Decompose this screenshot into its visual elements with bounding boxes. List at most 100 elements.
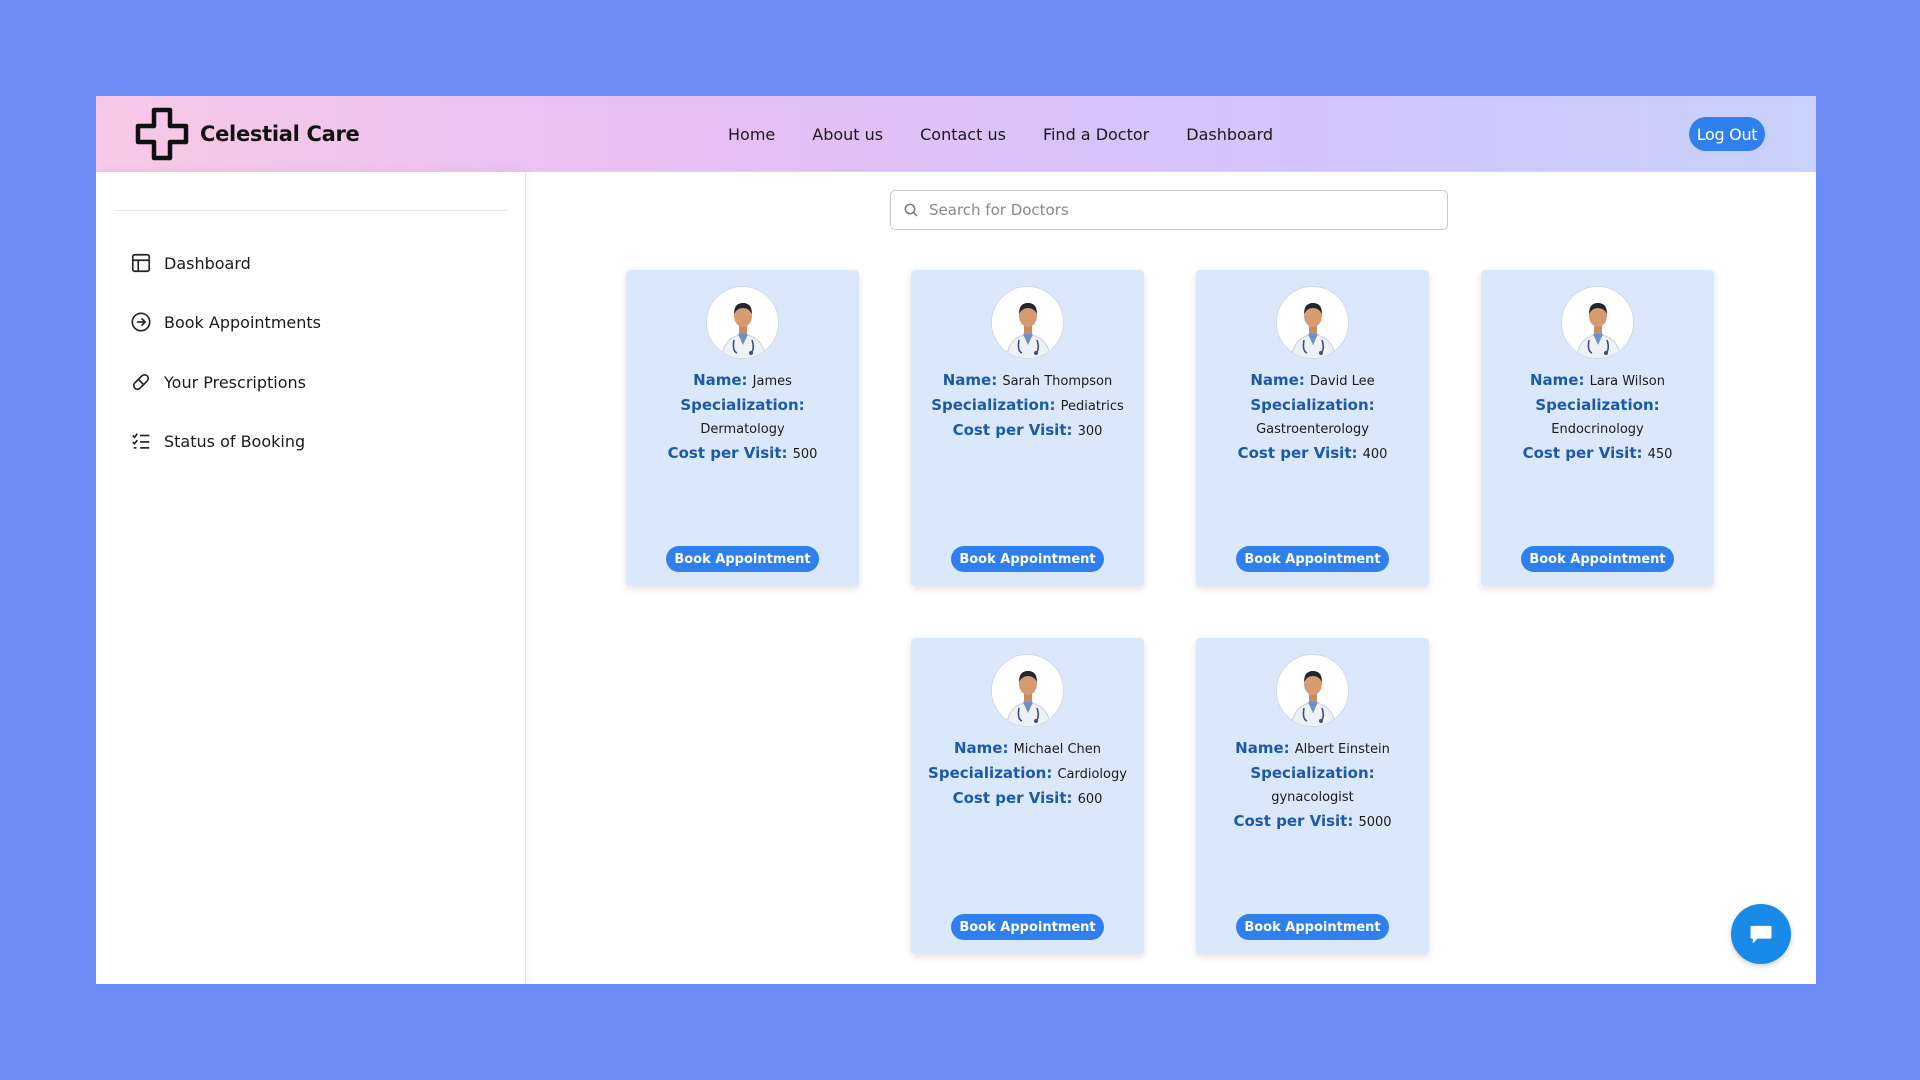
doctor-card: Name: Albert Einstein Specialization: gy…: [1196, 638, 1429, 954]
search-input[interactable]: [929, 201, 1429, 219]
sidebar: Dashboard Book Appointments Your Prescri…: [96, 172, 526, 984]
doctor-cost: 450: [1647, 447, 1673, 462]
doctor-info: Name: Sarah Thompson Specialization: Ped…: [911, 370, 1144, 445]
medical-cross-icon: [135, 107, 189, 161]
doctor-avatar: [991, 286, 1064, 359]
cost-label: Cost per Visit:: [1233, 812, 1354, 830]
name-row: Name: Lara Wilson: [1481, 370, 1714, 392]
cost-row: Cost per Visit: 5000: [1196, 811, 1429, 833]
doctor-info: Name: Albert Einstein Specialization: gy…: [1196, 738, 1429, 836]
doctor-info: Name: David Lee Specialization: Gastroen…: [1196, 370, 1429, 468]
sidebar-item-label: Your Prescriptions: [164, 372, 306, 392]
cost-label: Cost per Visit:: [952, 789, 1073, 807]
specialization-label: Specialization:: [1250, 396, 1375, 414]
doctor-avatar: [1561, 286, 1634, 359]
specialization-row: Specialization: Cardiology: [911, 763, 1144, 785]
doctor-specialization: gynacologist: [1271, 790, 1354, 805]
specialization-label: Specialization:: [1535, 396, 1660, 414]
pill-icon: [132, 373, 150, 391]
specialization-value-row: Gastroenterology: [1196, 418, 1429, 440]
chat-bubble-icon: [1750, 925, 1772, 944]
doctor-info: Name: Michael Chen Specialization: Cardi…: [911, 738, 1144, 813]
name-row: Name: David Lee: [1196, 370, 1429, 392]
doctor-specialization: Endocrinology: [1551, 422, 1644, 437]
doctor-cost: 400: [1362, 447, 1388, 462]
doctor-card: Name: David Lee Specialization: Gastroen…: [1196, 270, 1429, 586]
name-row: Name: Sarah Thompson: [911, 370, 1144, 392]
doctor-specialization: Dermatology: [700, 422, 785, 437]
doctor-avatar: [1276, 286, 1349, 359]
doctor-specialization: Gastroenterology: [1256, 422, 1369, 437]
specialization-value-row: gynacologist: [1196, 786, 1429, 808]
doctor-name: Lara Wilson: [1589, 374, 1665, 389]
doctor-info: Name: Lara Wilson Specialization: Endocr…: [1481, 370, 1714, 468]
name-row: Name: James: [626, 370, 859, 392]
nav-contact-us[interactable]: Contact us: [920, 125, 1006, 144]
doctor-name: Sarah Thompson: [1002, 374, 1113, 389]
doctor-card: Name: Lara Wilson Specialization: Endocr…: [1481, 270, 1714, 586]
book-appointment-button[interactable]: Book Appointment: [1521, 546, 1674, 572]
specialization-row: Specialization:: [626, 395, 859, 415]
arrow-circle-icon: [131, 312, 151, 332]
name-label: Name:: [1250, 371, 1305, 389]
brand-name: Celestial Care: [200, 122, 360, 146]
sidebar-divider: [114, 210, 508, 211]
nav-dashboard[interactable]: Dashboard: [1186, 125, 1273, 144]
book-appointment-button[interactable]: Book Appointment: [1236, 914, 1389, 940]
cost-row: Cost per Visit: 400: [1196, 443, 1429, 465]
cost-label: Cost per Visit:: [952, 421, 1073, 439]
book-appointment-button[interactable]: Book Appointment: [1236, 546, 1389, 572]
main-nav: Home About us Contact us Find a Doctor D…: [728, 96, 1310, 172]
specialization-row: Specialization:: [1481, 395, 1714, 415]
book-appointment-button[interactable]: Book Appointment: [951, 546, 1104, 572]
cost-row: Cost per Visit: 500: [626, 443, 859, 465]
name-row: Name: Michael Chen: [911, 738, 1144, 760]
specialization-label: Specialization:: [680, 396, 805, 414]
chat-button[interactable]: [1731, 904, 1791, 964]
search-box[interactable]: [890, 190, 1448, 230]
specialization-value-row: Dermatology: [626, 418, 859, 440]
doctor-avatar: [1276, 654, 1349, 727]
name-label: Name:: [693, 371, 748, 389]
doctor-cost: 300: [1077, 424, 1103, 439]
nav-home[interactable]: Home: [728, 125, 775, 144]
name-label: Name:: [953, 739, 1009, 757]
book-appointment-button[interactable]: Book Appointment: [666, 546, 819, 572]
doctor-name: Michael Chen: [1013, 742, 1102, 757]
doctor-cost: 600: [1077, 792, 1103, 807]
name-label: Name:: [1530, 371, 1585, 389]
doctor-avatar: [991, 654, 1064, 727]
specialization-label: Specialization:: [1250, 764, 1375, 782]
doctor-card: Name: Michael Chen Specialization: Cardi…: [911, 638, 1144, 954]
doctor-specialization: Cardiology: [1057, 767, 1127, 782]
doctor-avatar: [706, 286, 779, 359]
book-appointment-button[interactable]: Book Appointment: [951, 914, 1104, 940]
cost-label: Cost per Visit:: [667, 444, 788, 462]
doctor-name: Albert Einstein: [1294, 742, 1390, 757]
sidebar-item-label: Book Appointments: [164, 312, 321, 332]
sidebar-item-status-of-booking[interactable]: Status of Booking: [130, 428, 305, 454]
logout-button[interactable]: Log Out: [1689, 117, 1765, 151]
doctor-specialization: Pediatrics: [1060, 399, 1124, 414]
doctor-cost: 5000: [1358, 815, 1392, 830]
sidebar-item-your-prescriptions[interactable]: Your Prescriptions: [130, 369, 306, 395]
cost-row: Cost per Visit: 450: [1481, 443, 1714, 465]
brand-logo[interactable]: Celestial Care: [134, 106, 360, 162]
doctor-name: David Lee: [1309, 374, 1375, 389]
sidebar-item-book-appointments[interactable]: Book Appointments: [130, 309, 321, 335]
cost-label: Cost per Visit:: [1522, 444, 1643, 462]
doctor-cost: 500: [792, 447, 818, 462]
specialization-label: Specialization:: [931, 396, 1056, 414]
specialization-row: Specialization:: [1196, 395, 1429, 415]
cost-label: Cost per Visit:: [1237, 444, 1358, 462]
search-icon: [904, 203, 918, 217]
sidebar-item-dashboard[interactable]: Dashboard: [130, 250, 251, 276]
specialization-value-row: Endocrinology: [1481, 418, 1714, 440]
nav-find-a-doctor[interactable]: Find a Doctor: [1043, 125, 1149, 144]
name-label: Name:: [942, 371, 998, 389]
top-navbar: Celestial Care Home About us Contact us …: [96, 96, 1816, 172]
sidebar-item-label: Dashboard: [164, 253, 251, 273]
cost-row: Cost per Visit: 600: [911, 788, 1144, 810]
nav-about-us[interactable]: About us: [812, 125, 883, 144]
specialization-row: Specialization: Pediatrics: [911, 395, 1144, 417]
